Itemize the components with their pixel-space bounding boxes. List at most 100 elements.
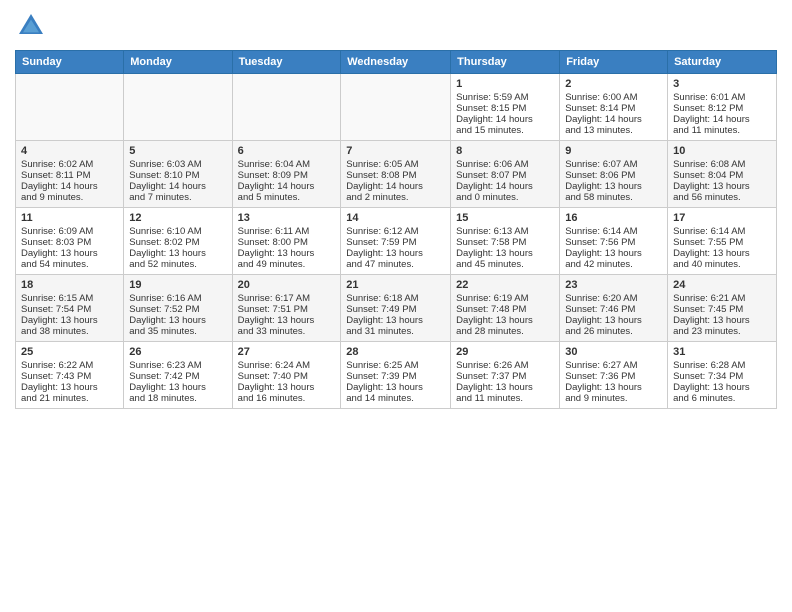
calendar-cell: [341, 74, 451, 141]
day-info-line: and 6 minutes.: [673, 393, 771, 404]
day-number: 19: [129, 279, 226, 291]
day-info-line: Sunrise: 6:15 AM: [21, 293, 118, 304]
day-info-line: and 26 minutes.: [565, 326, 662, 337]
day-number: 21: [346, 279, 445, 291]
day-info-line: Daylight: 13 hours: [21, 315, 118, 326]
day-info-line: Sunset: 8:10 PM: [129, 170, 226, 181]
calendar-cell: 9Sunrise: 6:07 AMSunset: 8:06 PMDaylight…: [560, 141, 668, 208]
calendar-cell: 1Sunrise: 5:59 AMSunset: 8:15 PMDaylight…: [451, 74, 560, 141]
day-info-line: Daylight: 13 hours: [673, 382, 771, 393]
day-info-line: and 28 minutes.: [456, 326, 554, 337]
day-info-line: Sunrise: 6:00 AM: [565, 92, 662, 103]
day-info-line: Sunset: 7:48 PM: [456, 304, 554, 315]
day-info-line: and 21 minutes.: [21, 393, 118, 404]
calendar-cell: 4Sunrise: 6:02 AMSunset: 8:11 PMDaylight…: [16, 141, 124, 208]
day-info-line: Sunset: 7:39 PM: [346, 371, 445, 382]
calendar-cell: 25Sunrise: 6:22 AMSunset: 7:43 PMDayligh…: [16, 342, 124, 409]
calendar-cell: 23Sunrise: 6:20 AMSunset: 7:46 PMDayligh…: [560, 275, 668, 342]
day-info-line: and 45 minutes.: [456, 259, 554, 270]
day-number: 13: [238, 212, 336, 224]
day-info-line: and 0 minutes.: [456, 192, 554, 203]
day-info-line: and 49 minutes.: [238, 259, 336, 270]
day-number: 11: [21, 212, 118, 224]
day-info-line: Sunset: 7:58 PM: [456, 237, 554, 248]
day-number: 20: [238, 279, 336, 291]
day-info-line: Sunset: 7:52 PM: [129, 304, 226, 315]
day-info-line: Daylight: 14 hours: [346, 181, 445, 192]
day-info-line: and 33 minutes.: [238, 326, 336, 337]
day-info-line: Daylight: 13 hours: [673, 181, 771, 192]
calendar-cell: 5Sunrise: 6:03 AMSunset: 8:10 PMDaylight…: [124, 141, 232, 208]
day-number: 7: [346, 145, 445, 157]
day-info-line: Sunrise: 6:06 AM: [456, 159, 554, 170]
day-info-line: and 23 minutes.: [673, 326, 771, 337]
calendar-cell: 15Sunrise: 6:13 AMSunset: 7:58 PMDayligh…: [451, 208, 560, 275]
day-number: 9: [565, 145, 662, 157]
calendar-week-4: 18Sunrise: 6:15 AMSunset: 7:54 PMDayligh…: [16, 275, 777, 342]
calendar-cell: 18Sunrise: 6:15 AMSunset: 7:54 PMDayligh…: [16, 275, 124, 342]
day-info-line: Sunrise: 6:02 AM: [21, 159, 118, 170]
day-info-line: and 9 minutes.: [565, 393, 662, 404]
day-number: 17: [673, 212, 771, 224]
calendar-cell: 28Sunrise: 6:25 AMSunset: 7:39 PMDayligh…: [341, 342, 451, 409]
day-info-line: and 54 minutes.: [21, 259, 118, 270]
calendar-cell: [124, 74, 232, 141]
calendar-cell: 26Sunrise: 6:23 AMSunset: 7:42 PMDayligh…: [124, 342, 232, 409]
calendar-cell: 7 Sunrise: 6:05 AMSunset: 8:08 PMDaylight…: [341, 141, 451, 208]
day-info-line: Sunrise: 6:27 AM: [565, 360, 662, 371]
day-info-line: Sunset: 7:56 PM: [565, 237, 662, 248]
day-info-line: Daylight: 13 hours: [456, 315, 554, 326]
calendar-header-thursday: Thursday: [451, 51, 560, 74]
day-info-line: Sunset: 7:55 PM: [673, 237, 771, 248]
day-info-line: and 11 minutes.: [456, 393, 554, 404]
day-info-line: Sunrise: 6:28 AM: [673, 360, 771, 371]
day-info-line: Daylight: 13 hours: [565, 315, 662, 326]
day-info-line: Daylight: 13 hours: [673, 248, 771, 259]
day-number: 3: [673, 78, 771, 90]
day-info-line: Sunrise: 6:25 AM: [346, 360, 445, 371]
calendar-week-2: 4Sunrise: 6:02 AMSunset: 8:11 PMDaylight…: [16, 141, 777, 208]
calendar-cell: 22Sunrise: 6:19 AMSunset: 7:48 PMDayligh…: [451, 275, 560, 342]
calendar-cell: 2Sunrise: 6:00 AMSunset: 8:14 PMDaylight…: [560, 74, 668, 141]
day-number: 10: [673, 145, 771, 157]
day-info-line: Daylight: 14 hours: [456, 114, 554, 125]
day-info-line: Daylight: 13 hours: [129, 382, 226, 393]
day-info-line: Daylight: 13 hours: [129, 248, 226, 259]
day-number: 30: [565, 346, 662, 358]
day-number: 14: [346, 212, 445, 224]
day-info-line: Daylight: 13 hours: [129, 315, 226, 326]
day-info-line: Sunrise: 6:18 AM: [346, 293, 445, 304]
day-number: 12: [129, 212, 226, 224]
calendar-header-row: SundayMondayTuesdayWednesdayThursdayFrid…: [16, 51, 777, 74]
day-info-line: and 38 minutes.: [21, 326, 118, 337]
day-info-line: Sunset: 7:49 PM: [346, 304, 445, 315]
calendar-week-5: 25Sunrise: 6:22 AMSunset: 7:43 PMDayligh…: [16, 342, 777, 409]
calendar-cell: 6Sunrise: 6:04 AMSunset: 8:09 PMDaylight…: [232, 141, 341, 208]
calendar-cell: [16, 74, 124, 141]
day-number: 15: [456, 212, 554, 224]
calendar-header-saturday: Saturday: [668, 51, 777, 74]
day-number: 28: [346, 346, 445, 358]
day-info-line: Sunset: 8:02 PM: [129, 237, 226, 248]
day-info-line: Sunset: 8:08 PM: [346, 170, 445, 181]
day-info-line: Sunrise: 6:05 AM: [346, 159, 445, 170]
day-info-line: Sunset: 8:15 PM: [456, 103, 554, 114]
day-number: 26: [129, 346, 226, 358]
day-number: 29: [456, 346, 554, 358]
day-info-line: and 42 minutes.: [565, 259, 662, 270]
day-info-line: Daylight: 14 hours: [456, 181, 554, 192]
day-info-line: Daylight: 13 hours: [238, 248, 336, 259]
day-info-line: Sunset: 7:43 PM: [21, 371, 118, 382]
day-info-line: Sunrise: 6:13 AM: [456, 226, 554, 237]
day-info-line: and 18 minutes.: [129, 393, 226, 404]
day-info-line: Sunset: 7:34 PM: [673, 371, 771, 382]
day-info-line: Sunrise: 6:09 AM: [21, 226, 118, 237]
day-number: 25: [21, 346, 118, 358]
day-info-line: Sunset: 7:37 PM: [456, 371, 554, 382]
calendar-cell: 12 Sunrise: 6:10 AMSunset: 8:02 PMDayligh…: [124, 208, 232, 275]
day-info-line: and 52 minutes.: [129, 259, 226, 270]
day-info-line: Daylight: 13 hours: [346, 315, 445, 326]
day-info-line: Sunrise: 6:10 AM: [129, 226, 226, 237]
day-info-line: and 2 minutes.: [346, 192, 445, 203]
calendar-cell: 17Sunrise: 6:14 AMSunset: 7:55 PMDayligh…: [668, 208, 777, 275]
